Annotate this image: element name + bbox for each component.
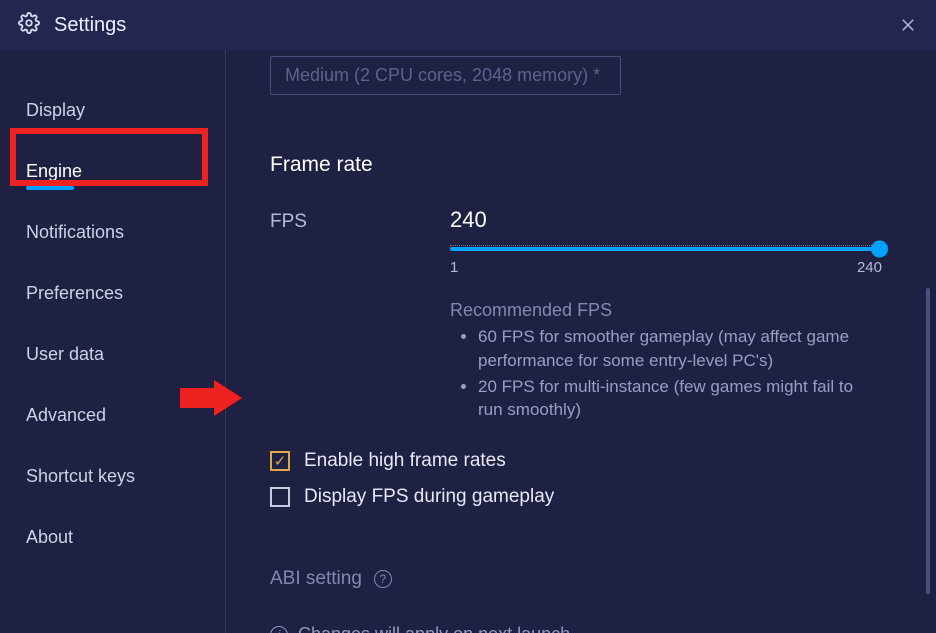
info-row: i Changes will apply on next launch [270,624,906,633]
fps-label: FPS [270,207,420,233]
help-icon[interactable]: ? [374,570,392,588]
gear-icon [18,12,40,39]
sidebar-item-label: Shortcut keys [26,466,135,486]
sidebar-item-label: Advanced [26,405,106,425]
fps-slider-thumb[interactable] [871,241,888,258]
list-item: 20 FPS for multi-instance (few games mig… [478,375,882,423]
main-panel: Medium (2 CPU cores, 2048 memory) * Fram… [226,50,936,633]
sidebar-item-preferences[interactable]: Preferences [0,271,225,316]
sidebar-item-about[interactable]: About [0,515,225,560]
sidebar-item-label: Engine [26,161,82,181]
fps-slider[interactable] [450,247,882,251]
titlebar: Settings [0,0,936,50]
sidebar-item-label: Preferences [26,283,123,303]
sidebar-item-engine[interactable]: Engine [0,149,225,194]
info-icon: i [270,626,288,633]
info-text: Changes will apply on next launch [298,624,570,633]
preset-value: Medium (2 CPU cores, 2048 memory) * [285,65,600,85]
sidebar-item-advanced[interactable]: Advanced [0,393,225,438]
slider-min-label: 1 [450,259,458,276]
abi-label: ABI setting [270,568,362,590]
checkbox-icon: ✓ [270,451,290,471]
slider-max-label: 240 [857,259,882,276]
recommended-fps-list: 60 FPS for smoother gameplay (may affect… [450,325,882,422]
fps-value: 240 [450,207,906,233]
page-title: Settings [54,14,126,37]
recommended-fps-title: Recommended FPS [450,300,882,321]
checkbox-label: Enable high frame rates [304,450,506,472]
sidebar-item-label: Display [26,100,85,120]
performance-preset-select[interactable]: Medium (2 CPU cores, 2048 memory) * [270,56,621,95]
sidebar-item-display[interactable]: Display [0,88,225,133]
sidebar: Display Engine Notifications Preferences… [0,50,226,633]
sidebar-item-user-data[interactable]: User data [0,332,225,377]
scrollbar-thumb[interactable] [926,288,930,594]
close-button[interactable] [898,15,918,35]
sidebar-item-label: User data [26,344,104,364]
checkbox-icon: ✓ [270,487,290,507]
abi-setting-row: ABI setting ? [270,568,906,590]
sidebar-item-shortcut-keys[interactable]: Shortcut keys [0,454,225,499]
display-fps-checkbox[interactable]: ✓ Display FPS during gameplay [270,486,906,508]
frame-rate-heading: Frame rate [270,153,906,177]
titlebar-left: Settings [18,12,126,39]
sidebar-item-label: About [26,527,73,547]
sidebar-item-notifications[interactable]: Notifications [0,210,225,255]
sidebar-item-label: Notifications [26,222,124,242]
list-item: 60 FPS for smoother gameplay (may affect… [478,325,882,373]
enable-high-fps-checkbox[interactable]: ✓ Enable high frame rates [270,450,906,472]
checkbox-label: Display FPS during gameplay [304,486,554,508]
